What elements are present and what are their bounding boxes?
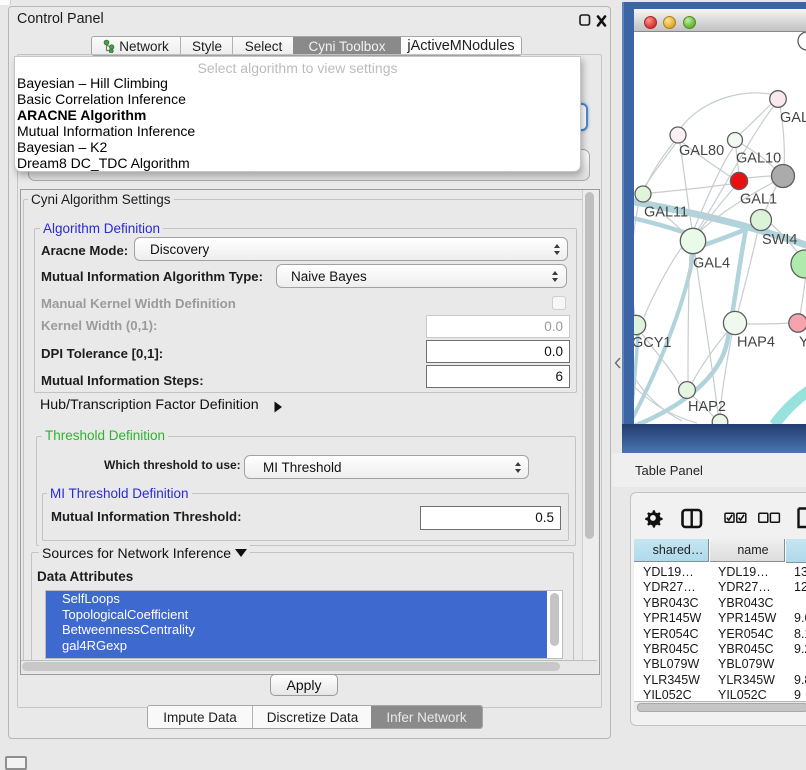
svg-text:GAL1: GAL1	[740, 192, 777, 208]
svg-text:GAL4: GAL4	[693, 256, 730, 272]
svg-text:GAL80: GAL80	[679, 143, 724, 159]
svg-text:GAL10: GAL10	[736, 151, 781, 167]
svg-text:Y: Y	[799, 335, 806, 351]
svg-text:HAP4: HAP4	[737, 335, 775, 351]
svg-text:GAL11: GAL11	[644, 205, 688, 221]
svg-text:SWI4: SWI4	[762, 232, 797, 248]
svg-text:GAL7: GAL7	[780, 110, 806, 126]
svg-text:GCY1: GCY1	[634, 335, 672, 351]
svg-text:HAP2: HAP2	[688, 399, 726, 415]
